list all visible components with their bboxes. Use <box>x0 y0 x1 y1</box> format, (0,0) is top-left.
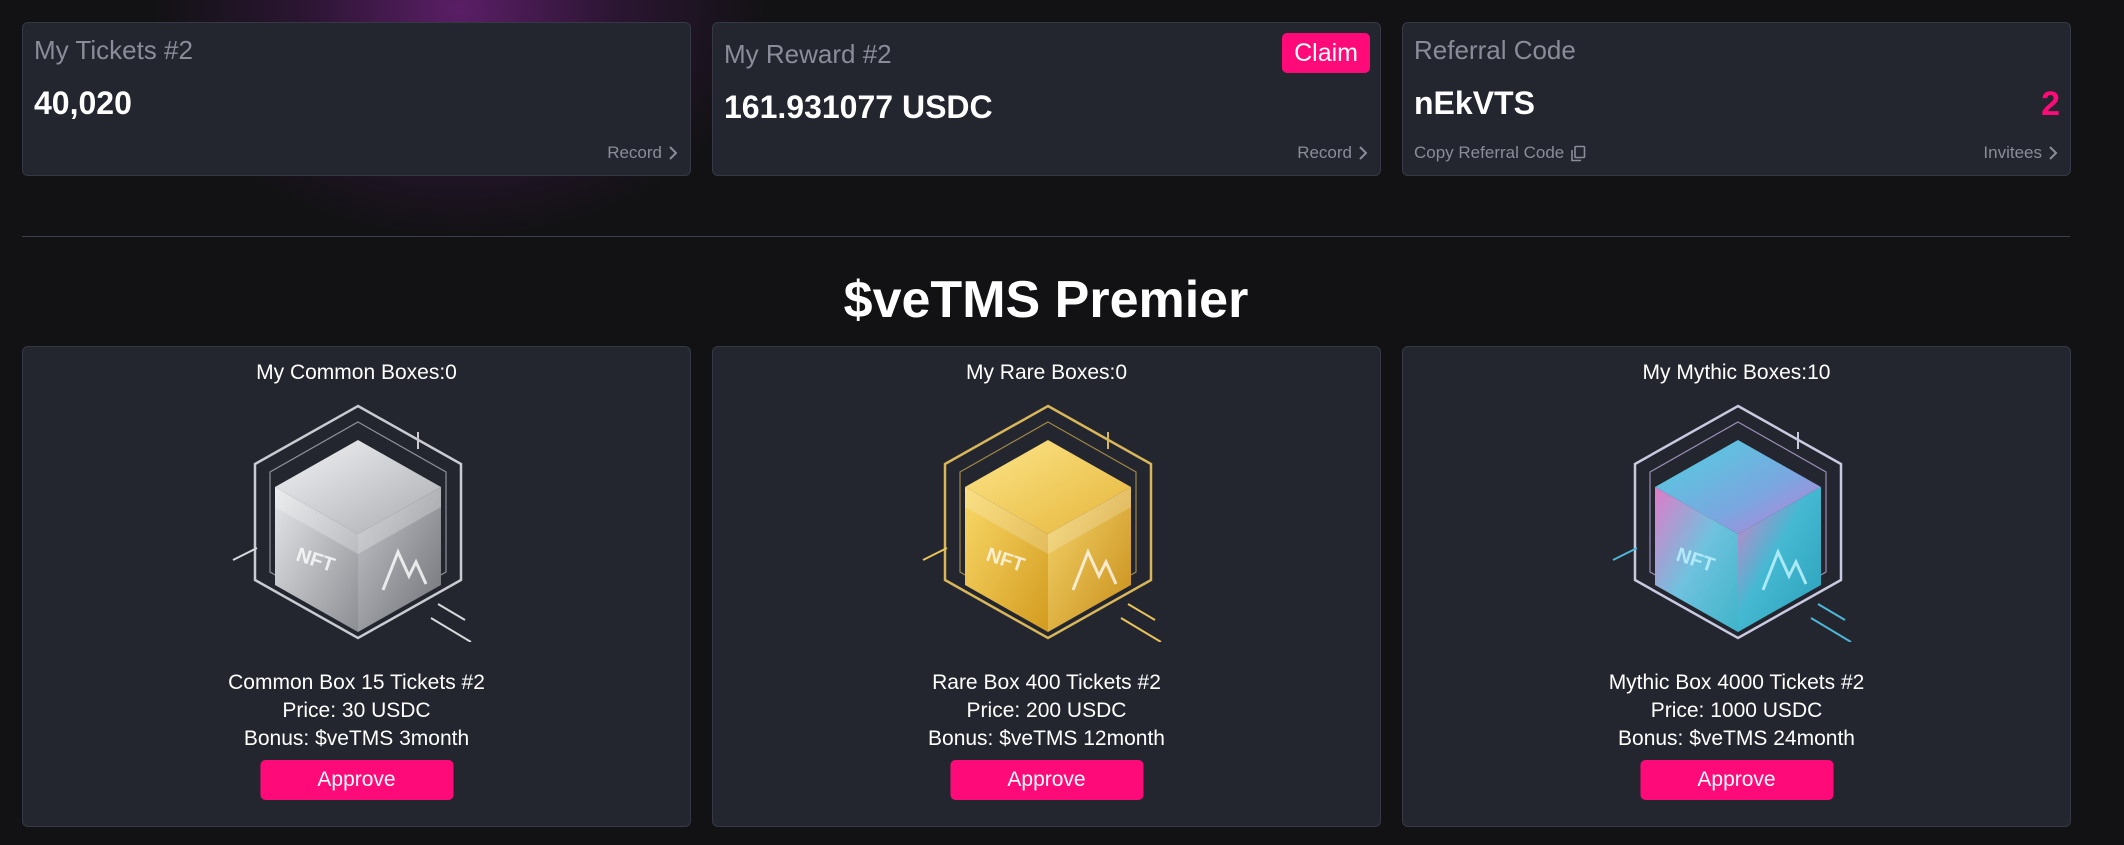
copy-referral-code-button[interactable]: Copy Referral Code <box>1414 143 1586 163</box>
invitee-count: 2 <box>2041 85 2060 123</box>
reward-record-link[interactable]: Record <box>1297 143 1368 163</box>
common-box-bonus: Bonus: $veTMS 3month <box>243 727 470 750</box>
mythic-box-name: Mythic Box 4000 Tickets #2 <box>1608 671 1865 694</box>
common-box-name: Common Box 15 Tickets #2 <box>228 671 485 694</box>
mythic-box-price: Price: 1000 USDC <box>1650 699 1823 722</box>
chevron-right-icon <box>1359 146 1368 160</box>
rare-nft-box-icon: NFT <box>922 404 1162 642</box>
chevron-right-icon <box>669 146 678 160</box>
mythic-approve-button[interactable]: Approve <box>1640 760 1833 800</box>
reward-title: My Reward #2 <box>724 39 892 69</box>
reward-record-label: Record <box>1297 143 1352 162</box>
rare-box-count: My Rare Boxes:0 <box>965 361 1128 384</box>
mythic-box-count: My Mythic Boxes:10 <box>1642 361 1831 384</box>
copy-referral-code-label: Copy Referral Code <box>1414 143 1565 162</box>
reward-card: My Reward #2 Claim 161.931077 USDC Recor… <box>712 22 1381 176</box>
tickets-card: My Tickets #2 40,020 Record <box>22 22 691 176</box>
tickets-value: 40,020 <box>34 85 132 121</box>
referral-title: Referral Code <box>1414 35 1576 65</box>
mythic-box-card: My Mythic Boxes:10 NFT Mythic Box 4000 T… <box>1402 346 2071 827</box>
tickets-record-label: Record <box>607 143 662 162</box>
common-box-card: My Common Boxes:0 NFT Common Box 15 Tick… <box>22 346 691 827</box>
common-nft-box-icon: NFT <box>232 404 472 642</box>
claim-button[interactable]: Claim <box>1282 33 1370 73</box>
rare-box-name: Rare Box 400 Tickets #2 <box>932 671 1161 694</box>
tickets-record-link[interactable]: Record <box>607 143 678 163</box>
invitees-label: Invitees <box>1983 143 2042 162</box>
common-approve-button[interactable]: Approve <box>260 760 453 800</box>
reward-value: 161.931077 USDC <box>724 89 993 125</box>
common-box-price: Price: 30 USDC <box>282 699 431 722</box>
section-title: $veTMS Premier <box>843 271 1249 329</box>
tickets-title: My Tickets #2 <box>34 35 193 65</box>
rare-box-card: My Rare Boxes:0 NFT Rare Box 400 Tickets… <box>712 346 1381 827</box>
invitees-link[interactable]: Invitees <box>1983 143 2058 163</box>
rare-box-bonus: Bonus: $veTMS 12month <box>928 727 1165 750</box>
rare-box-price: Price: 200 USDC <box>966 699 1127 722</box>
referral-card: Referral Code nEkVTS 2 Copy Referral Cod… <box>1402 22 2071 176</box>
mythic-nft-box-icon: NFT <box>1612 404 1852 642</box>
section-divider <box>22 236 2070 237</box>
rare-approve-button[interactable]: Approve <box>950 760 1143 800</box>
common-box-count: My Common Boxes:0 <box>256 361 457 384</box>
referral-code: nEkVTS <box>1414 85 1535 121</box>
mythic-box-bonus: Bonus: $veTMS 24month <box>1618 727 1855 750</box>
copy-icon <box>1571 145 1586 161</box>
chevron-right-icon <box>2049 146 2058 160</box>
